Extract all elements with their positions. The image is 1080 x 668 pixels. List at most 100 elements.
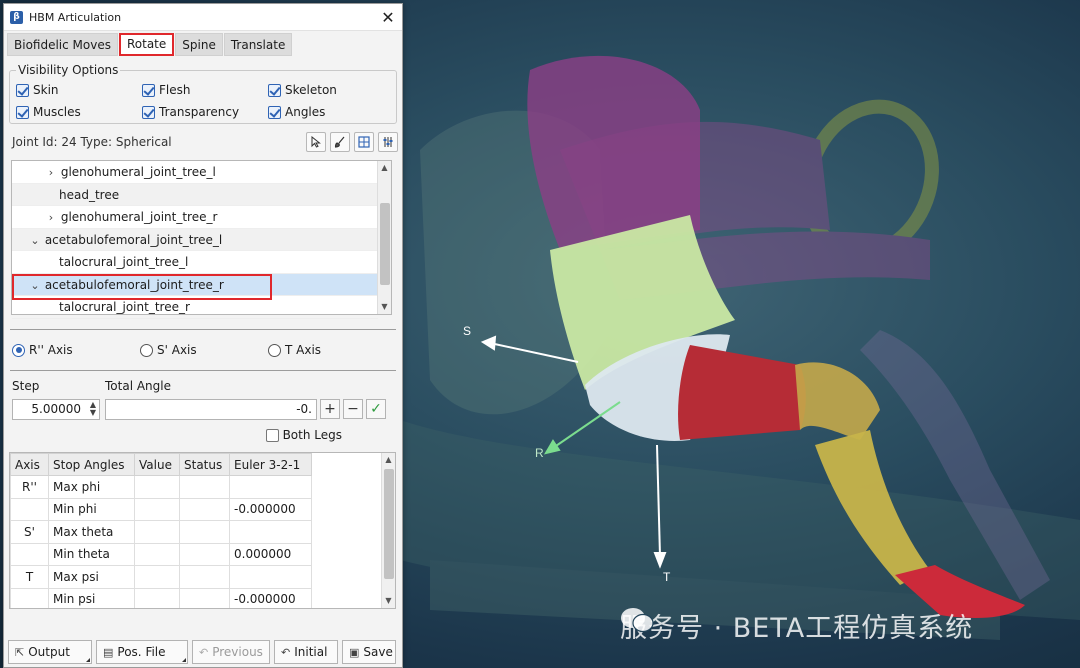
flesh-label: Flesh (159, 83, 191, 97)
tree-row[interactable]: ⌄ acetabulofemoral_joint_tree_l (12, 228, 378, 253)
chevron-down-icon[interactable]: ⌄ (29, 230, 41, 253)
pointer-icon[interactable] (306, 132, 326, 152)
tree-row-selected[interactable]: ⌄ acetabulofemoral_joint_tree_r (12, 273, 378, 299)
table-row[interactable]: Min psi -0.000000 (10, 587, 312, 608)
output-button[interactable]: ⇱ Output (8, 640, 92, 664)
table-cell: R'' (10, 475, 49, 499)
table-header-row: Axis Stop Angles Value Status Euler 3-2-… (10, 453, 312, 476)
table-cell[interactable] (134, 565, 180, 589)
initial-button[interactable]: ↶ Initial (274, 640, 338, 664)
muscles-label: Muscles (33, 105, 81, 119)
table-cell[interactable] (134, 542, 180, 566)
t-axis-radio[interactable]: T Axis (268, 343, 396, 357)
column-header-value[interactable]: Value (134, 453, 180, 476)
reset-icon: ↶ (281, 645, 291, 659)
table-cell[interactable] (134, 497, 180, 521)
divider (10, 370, 396, 371)
tab-translate[interactable]: Translate (223, 33, 293, 56)
tree-row[interactable]: › glenohumeral_joint_tree_r (12, 206, 378, 229)
tree-row[interactable]: › glenohumeral_joint_tree_l (12, 161, 378, 184)
total-angle-field[interactable]: -0. (105, 398, 317, 420)
pos-file-label: Pos. File (117, 645, 166, 659)
save-icon: ▣ (349, 645, 360, 659)
grid-icon[interactable] (354, 132, 374, 152)
pos-file-button[interactable]: ▤ Pos. File (96, 640, 188, 664)
previous-label: Previous (212, 645, 263, 659)
minus-button[interactable]: − (343, 399, 363, 419)
joint-tree[interactable]: › glenohumeral_joint_tree_l head_tree › … (11, 160, 392, 319)
checkbox-checked-icon (16, 105, 29, 119)
sliders-icon[interactable] (378, 132, 398, 152)
flesh-checkbox[interactable]: Flesh (142, 83, 268, 97)
table-row[interactable]: S' Max theta (10, 520, 312, 544)
t-axis-radio-label: T Axis (285, 343, 322, 357)
tab-spine[interactable]: Spine (175, 33, 223, 56)
brush-icon[interactable] (330, 132, 350, 152)
angles-label: Angles (285, 105, 326, 119)
column-header-stop-angles[interactable]: Stop Angles (48, 453, 135, 476)
step-value: 5.00000 (31, 402, 81, 416)
table-row[interactable]: T Max psi (10, 565, 312, 589)
step-spinbox[interactable]: 5.00000 ▲ ▼ (12, 398, 100, 420)
apply-checkmark-button[interactable]: ✓ (366, 399, 386, 419)
previous-button[interactable]: ↶ Previous (192, 640, 270, 664)
chevron-right-icon[interactable]: › (45, 207, 57, 230)
table-cell: Min theta (48, 542, 135, 566)
table-cell (10, 587, 49, 608)
output-label: Output (28, 645, 70, 659)
radio-icon (268, 343, 281, 357)
table-cell[interactable] (134, 587, 180, 608)
visibility-options-group: Visibility Options Skin Flesh Skeleton M… (9, 63, 397, 124)
spin-arrows-icon[interactable]: ▲ ▼ (90, 400, 96, 417)
column-header-status[interactable]: Status (179, 453, 230, 476)
scrollbar-thumb[interactable] (384, 469, 394, 579)
muscles-checkbox[interactable]: Muscles (16, 105, 142, 119)
column-header-axis[interactable]: Axis (10, 453, 49, 476)
table-cell[interactable] (134, 520, 180, 544)
tree-scrollbar[interactable]: ▲ ▼ (377, 161, 391, 314)
table-cell: -0.000000 (229, 497, 312, 521)
table-cell[interactable] (134, 475, 180, 499)
visibility-options-legend: Visibility Options (18, 63, 119, 77)
step-label: Step (12, 379, 40, 393)
scroll-down-icon[interactable]: ▼ (378, 300, 391, 314)
tab-biofidelic-moves[interactable]: Biofidelic Moves (7, 33, 118, 56)
table-row[interactable]: R'' Max phi (10, 475, 312, 499)
plus-button[interactable]: + (320, 399, 340, 419)
scroll-down-icon[interactable]: ▼ (382, 594, 395, 608)
tab-rotate[interactable]: Rotate (118, 33, 175, 56)
both-legs-checkbox[interactable]: Both Legs (265, 426, 342, 444)
close-button[interactable]: ✕ (374, 4, 402, 30)
watermark: 服务号 · BETA工程仿真系统 (620, 606, 973, 645)
transparency-checkbox[interactable]: Transparency (142, 105, 268, 119)
skeleton-checkbox[interactable]: Skeleton (268, 83, 388, 97)
radio-icon (140, 343, 153, 357)
export-icon: ⇱ (15, 645, 25, 659)
save-button[interactable]: ▣ Save (342, 640, 396, 664)
tree-row-label: glenohumeral_joint_tree_l (60, 165, 216, 179)
table-cell: -0.000000 (229, 587, 312, 608)
table-row[interactable]: Min phi -0.000000 (10, 497, 312, 521)
table-cell: Max psi (48, 565, 135, 589)
joint-info-row: Joint Id: 24 Type: Spherical (4, 128, 402, 156)
total-angle-label: Total Angle (105, 379, 171, 393)
column-header-euler[interactable]: Euler 3-2-1 (229, 453, 312, 476)
s-axis-radio[interactable]: S' Axis (140, 343, 268, 357)
title-bar[interactable]: β HBM Articulation ✕ (4, 4, 402, 31)
table-cell (179, 587, 230, 608)
tree-row[interactable]: head_tree (12, 183, 378, 206)
tree-row[interactable]: talocrural_joint_tree_r (12, 296, 378, 319)
chevron-down-icon[interactable]: ⌄ (29, 275, 41, 298)
table-row[interactable]: Min theta 0.000000 (10, 542, 312, 566)
scroll-up-icon[interactable]: ▲ (378, 161, 391, 175)
skin-checkbox[interactable]: Skin (16, 83, 142, 97)
scrollbar-thumb[interactable] (380, 203, 390, 285)
scroll-up-icon[interactable]: ▲ (382, 453, 395, 467)
table-cell: Min phi (48, 497, 135, 521)
chevron-right-icon[interactable]: › (45, 162, 57, 185)
r-axis-radio[interactable]: R'' Axis (12, 343, 140, 357)
table-scrollbar[interactable]: ▲ ▼ (381, 453, 395, 608)
r-axis-label: R (535, 446, 544, 460)
tree-row[interactable]: talocrural_joint_tree_l (12, 251, 378, 274)
angles-checkbox[interactable]: Angles (268, 105, 388, 119)
